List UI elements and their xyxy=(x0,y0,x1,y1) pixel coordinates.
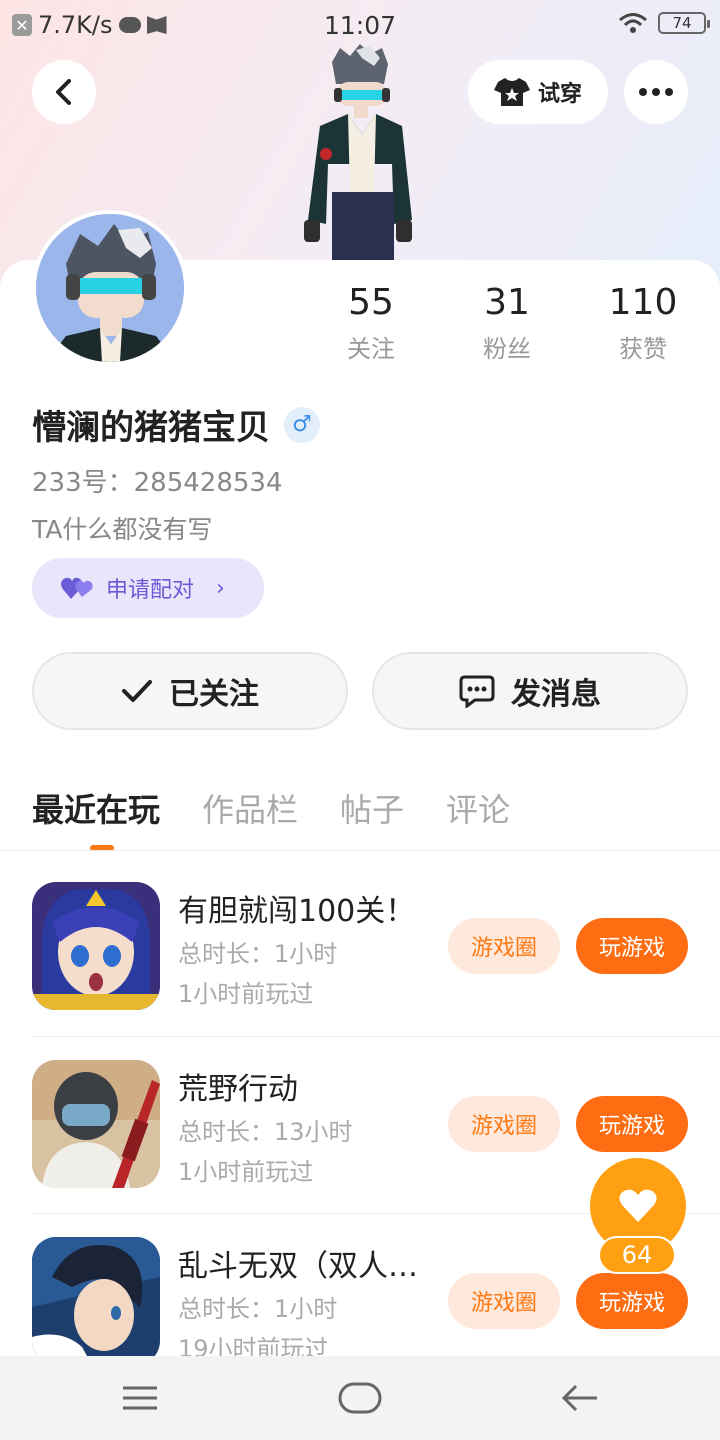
game-icon xyxy=(32,1237,160,1365)
play-game-button[interactable]: 玩游戏 xyxy=(576,918,688,974)
try-on-label: 试穿 xyxy=(537,82,582,107)
stat-likes[interactable]: 110 获赞 xyxy=(578,282,708,364)
profile-tabs: 最近在玩 作品栏 帖子 评论 xyxy=(32,785,510,831)
stat-following[interactable]: 55 关注 xyxy=(306,282,436,364)
double-heart-icon xyxy=(61,577,93,599)
home-nav-button[interactable] xyxy=(338,1378,382,1418)
status-time: 11:07 xyxy=(323,10,397,40)
try-on-button[interactable]: 试穿 xyxy=(468,60,608,124)
tab-posts[interactable]: 帖子 xyxy=(340,785,404,831)
followed-label: 已关注 xyxy=(169,677,259,712)
play-game-button[interactable]: 玩游戏 xyxy=(576,1273,688,1329)
send-message-button[interactable]: 发消息 xyxy=(372,652,688,730)
more-dots-icon xyxy=(639,88,673,96)
game-duration: 总时长：1小时 xyxy=(178,1295,338,1323)
chat-bubble-icon xyxy=(459,675,495,708)
list-item[interactable]: 乱斗无双（双人… 总时长：1小时 19小时前玩过 游戏圈 玩游戏 xyxy=(32,1237,688,1367)
request-pair-button[interactable]: 申请配对 › xyxy=(32,558,264,618)
stat-fans-label: 粉丝 xyxy=(483,335,531,363)
stat-likes-count: 110 xyxy=(608,282,678,323)
list-item[interactable]: 荒野行动 总时长：13小时 1小时前玩过 游戏圈 玩游戏 xyxy=(32,1060,688,1190)
system-nav-bar xyxy=(0,1356,720,1440)
game-circle-button[interactable]: 游戏圈 xyxy=(448,1096,560,1152)
arrow-left-icon xyxy=(561,1384,597,1412)
user-bio: TA什么都没有写 xyxy=(32,515,213,544)
game-last-played: 1小时前玩过 xyxy=(178,1158,314,1186)
game-name: 乱斗无双（双人… xyxy=(178,1249,418,1284)
list-item[interactable]: 有胆就闯100关！ 总时长：1小时 1小时前玩过 游戏圈 玩游戏 xyxy=(32,882,688,1012)
game-name: 荒野行动 xyxy=(178,1072,298,1107)
stat-likes-label: 获赞 xyxy=(619,335,667,363)
request-pair-label: 申请配对 xyxy=(106,578,195,603)
user-id[interactable]: 233号：285428534 xyxy=(32,462,283,499)
stat-fans-count: 31 xyxy=(484,282,530,323)
list-divider xyxy=(32,1036,720,1037)
male-gender-icon: ♂ xyxy=(284,406,320,443)
game-icon xyxy=(32,882,160,1010)
tab-recently-played[interactable]: 最近在玩 xyxy=(32,785,160,831)
tab-works[interactable]: 作品栏 xyxy=(202,785,298,831)
stat-following-label: 关注 xyxy=(347,335,395,363)
game-name: 有胆就闯100关！ xyxy=(178,894,416,929)
tab-comments[interactable]: 评论 xyxy=(446,785,510,831)
username: 懵澜的猪猪宝贝 xyxy=(32,408,270,448)
battery-icon: 74 xyxy=(658,12,710,34)
followed-button[interactable]: 已关注 xyxy=(32,652,348,730)
heart-icon xyxy=(619,1189,657,1222)
avatar-portrait xyxy=(36,214,184,362)
game-circle-button[interactable]: 游戏圈 xyxy=(448,1273,560,1329)
play-game-button[interactable]: 玩游戏 xyxy=(576,1096,688,1152)
more-button[interactable] xyxy=(624,60,688,124)
menu-nav-button[interactable] xyxy=(120,1378,160,1418)
game-duration: 总时长：1小时 xyxy=(178,940,338,968)
home-pill-icon xyxy=(338,1382,382,1414)
avatar[interactable] xyxy=(32,210,188,366)
chevron-left-icon xyxy=(56,79,71,105)
back-nav-button[interactable] xyxy=(560,1378,600,1418)
send-message-label: 发消息 xyxy=(511,677,601,712)
check-icon xyxy=(122,680,152,702)
username-row: 懵澜的猪猪宝贝 ♂ xyxy=(32,400,320,449)
game-circle-button[interactable]: 游戏圈 xyxy=(448,918,560,974)
tshirt-icon xyxy=(493,78,530,106)
character-avatar-full xyxy=(304,44,412,260)
menu-icon xyxy=(123,1386,157,1410)
game-icon xyxy=(32,1060,160,1188)
like-count-badge: 64 xyxy=(598,1236,676,1274)
stat-following-count: 55 xyxy=(348,282,394,323)
battery-level: 74 xyxy=(672,14,692,32)
stat-fans[interactable]: 31 粉丝 xyxy=(442,282,572,364)
game-last-played: 1小时前玩过 xyxy=(178,980,314,1008)
tabs-divider xyxy=(0,850,720,851)
wifi-icon xyxy=(619,13,647,33)
status-bar: ✕ 7.7K/s 11:07 74 xyxy=(0,0,720,50)
chevron-right-icon: › xyxy=(216,575,225,601)
game-duration: 总时长：13小时 xyxy=(178,1118,353,1146)
back-button[interactable] xyxy=(32,60,96,124)
